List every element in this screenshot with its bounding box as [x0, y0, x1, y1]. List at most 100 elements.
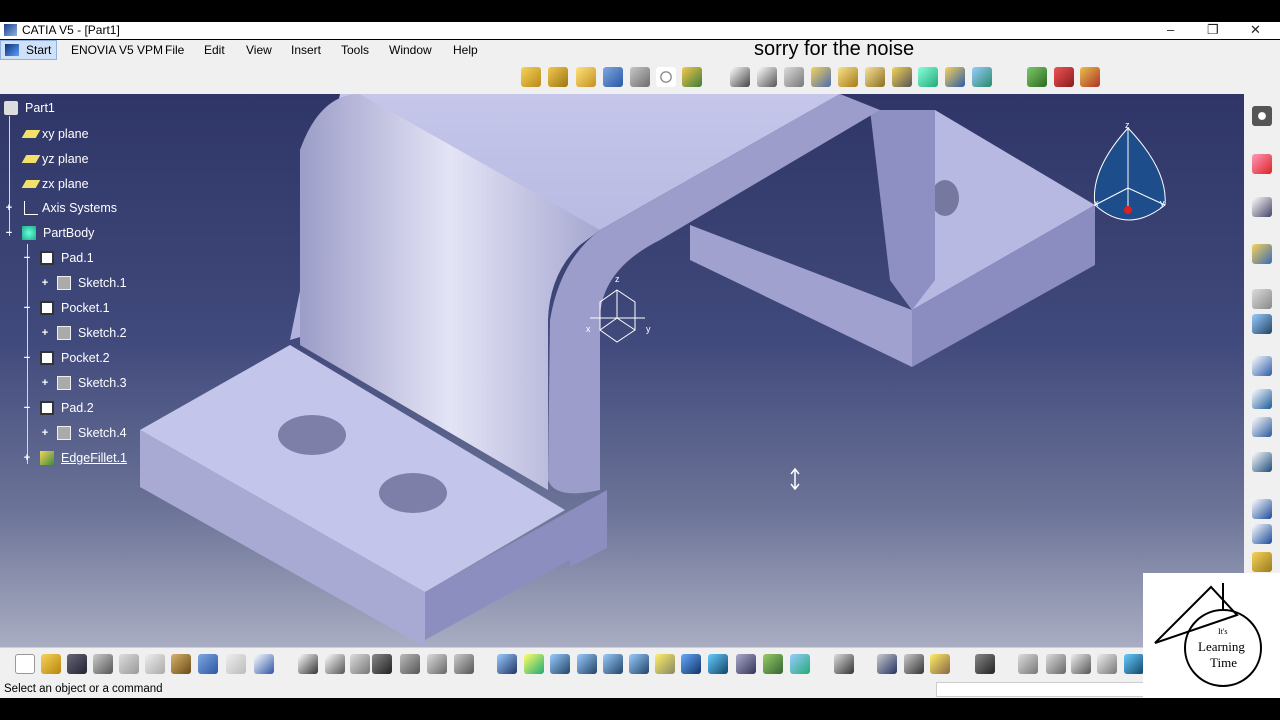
remove-face-tool-icon[interactable]	[838, 67, 858, 87]
thickness-tool-icon[interactable]	[784, 67, 804, 87]
boolean-intersect-icon[interactable]	[1080, 67, 1100, 87]
collapse-icon[interactable]: −	[22, 303, 32, 314]
catalog-icon[interactable]	[454, 654, 474, 674]
menu-insert[interactable]: Insert	[291, 43, 321, 57]
collapse-icon[interactable]: −	[22, 403, 32, 414]
plane-tool-icon[interactable]	[1252, 244, 1272, 264]
line-icon[interactable]	[1252, 524, 1272, 544]
analysis-icon[interactable]	[1252, 452, 1272, 472]
measure-item-icon[interactable]	[904, 654, 924, 674]
undo-icon[interactable]	[198, 654, 218, 674]
formula-icon[interactable]	[298, 654, 318, 674]
translate-tool-icon[interactable]	[972, 67, 992, 87]
collapse-icon[interactable]: −	[4, 228, 14, 239]
hand-icon[interactable]	[1046, 654, 1066, 674]
lock-icon[interactable]	[427, 654, 447, 674]
measure-between-icon[interactable]	[877, 654, 897, 674]
right-wall	[870, 110, 935, 310]
gear-icon[interactable]	[1252, 106, 1272, 126]
thread-tool-icon[interactable]	[811, 67, 831, 87]
open-folder-icon[interactable]	[41, 654, 61, 674]
minimize-button[interactable]: –	[1167, 22, 1174, 37]
iso-view-icon[interactable]	[708, 654, 728, 674]
pad-icon	[40, 401, 54, 415]
view-mode-icon[interactable]	[1124, 654, 1144, 674]
knowledge-icon[interactable]	[350, 654, 370, 674]
new-file-icon[interactable]	[15, 654, 35, 674]
menu-file[interactable]: File	[165, 43, 184, 57]
paste-icon[interactable]	[171, 654, 191, 674]
sew-surface-tool-icon[interactable]	[945, 67, 965, 87]
menu-enovia[interactable]: ENOVIA V5 VPM	[71, 43, 163, 57]
thick-surface-tool-icon[interactable]	[892, 67, 912, 87]
collapse-icon[interactable]: −	[22, 353, 32, 364]
point-icon[interactable]	[1252, 499, 1272, 519]
expand-icon[interactable]: +	[40, 428, 50, 439]
pocket-tool-icon[interactable]	[576, 67, 596, 87]
specification-tree: Part1 xy plane yz plane zx plane + Axis …	[0, 94, 260, 474]
expand-icon[interactable]: +	[22, 453, 32, 464]
update-icon[interactable]	[834, 654, 854, 674]
close-surface-tool-icon[interactable]	[918, 67, 938, 87]
boolean-remove-icon[interactable]	[1054, 67, 1074, 87]
expand-icon[interactable]: +	[4, 203, 14, 214]
measure-inertia-icon[interactable]	[930, 654, 950, 674]
close-button[interactable]: ✕	[1250, 22, 1261, 38]
collapse-icon[interactable]: −	[22, 253, 32, 264]
fillet-tool-icon[interactable]	[682, 67, 702, 87]
multi-view-icon[interactable]	[681, 654, 701, 674]
fly-mode-icon[interactable]	[497, 654, 517, 674]
boolean-assemble-icon[interactable]	[1027, 67, 1047, 87]
pad-tool-icon[interactable]	[521, 67, 541, 87]
plane-icon[interactable]	[1252, 552, 1272, 572]
target-tool-icon[interactable]	[656, 67, 676, 87]
comment-icon[interactable]	[325, 654, 345, 674]
refresh-icon[interactable]	[1018, 654, 1038, 674]
restore-button[interactable]: ❐	[1207, 22, 1219, 38]
cut-icon[interactable]	[119, 654, 139, 674]
constraint-icon[interactable]	[1252, 389, 1272, 409]
zoom-in-icon[interactable]	[603, 654, 623, 674]
menu-view[interactable]: View	[246, 43, 272, 57]
rib-tool-icon[interactable]	[603, 67, 623, 87]
measure-icon[interactable]	[1252, 356, 1272, 376]
sketcher-icon[interactable]	[1252, 197, 1272, 217]
grid-icon[interactable]	[1252, 417, 1272, 437]
hole-tool-icon[interactable]	[630, 67, 650, 87]
shading-icon[interactable]	[736, 654, 756, 674]
start-menu[interactable]: Start	[0, 40, 57, 60]
expand-icon[interactable]: +	[40, 278, 50, 289]
menu-edit[interactable]: Edit	[204, 43, 225, 57]
print-icon[interactable]	[93, 654, 113, 674]
graph-icon[interactable]	[400, 654, 420, 674]
copy-icon[interactable]	[145, 654, 165, 674]
normal-view-icon[interactable]	[655, 654, 675, 674]
command-input[interactable]	[936, 682, 1146, 697]
units-icon[interactable]	[1097, 654, 1117, 674]
line-tool-icon[interactable]	[1252, 289, 1272, 309]
menu-help[interactable]: Help	[453, 43, 478, 57]
draft-tool-icon[interactable]	[730, 67, 750, 87]
select-arrow-icon[interactable]	[1252, 154, 1272, 174]
3d-viewport[interactable]: z x y z x y Part1 xy plane yz plane zx p…	[0, 94, 1244, 647]
menu-tools[interactable]: Tools	[341, 43, 369, 57]
split-tool-icon[interactable]	[865, 67, 885, 87]
help-cursor-icon[interactable]	[254, 654, 274, 674]
shell-tool-icon[interactable]	[757, 67, 777, 87]
expand-icon[interactable]: +	[40, 328, 50, 339]
rotate-icon[interactable]	[577, 654, 597, 674]
expand-icon[interactable]: +	[40, 378, 50, 389]
fit-all-icon[interactable]	[524, 654, 544, 674]
save-icon[interactable]	[67, 654, 87, 674]
zoom-out-icon[interactable]	[629, 654, 649, 674]
hide-show-icon[interactable]	[763, 654, 783, 674]
redo-icon[interactable]	[226, 654, 246, 674]
table-icon[interactable]	[372, 654, 392, 674]
menu-window[interactable]: Window	[389, 43, 432, 57]
camera-icon[interactable]	[975, 654, 995, 674]
swap-space-icon[interactable]	[790, 654, 810, 674]
axis-tool-icon[interactable]	[1071, 654, 1091, 674]
pan-icon[interactable]	[550, 654, 570, 674]
point-tool-icon[interactable]	[1252, 314, 1272, 334]
shaft-tool-icon[interactable]	[548, 67, 568, 87]
